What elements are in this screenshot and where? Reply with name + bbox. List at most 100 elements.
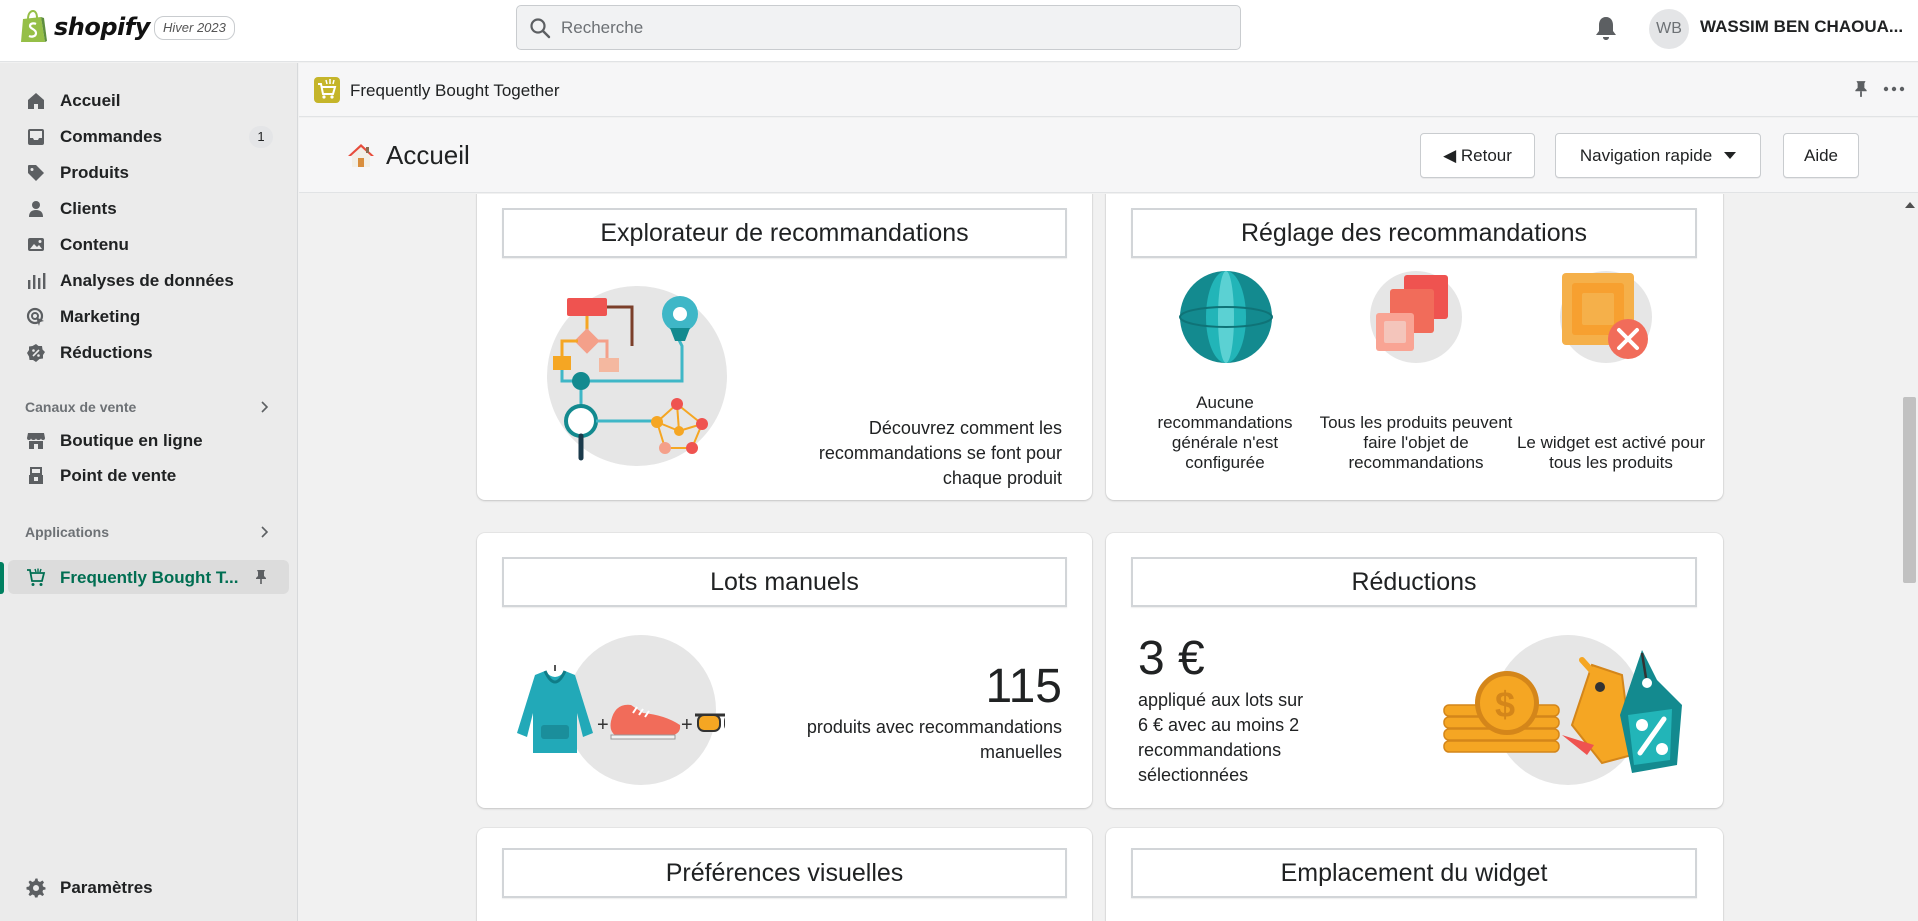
top-bar: shopify Hiver 2023 WB WASSIM BEN CHAOUA.…: [0, 0, 1918, 62]
search-bar[interactable]: [516, 5, 1241, 50]
globe-icon: [1179, 271, 1273, 363]
discount-coins-tags-illustration: $: [1443, 650, 1682, 773]
sidebar-item-label: Analyses de données: [60, 271, 234, 290]
sidebar-item-label: Marketing: [60, 307, 141, 326]
sidebar-item-settings[interactable]: Paramètres: [0, 870, 290, 904]
svg-text:+: +: [681, 714, 693, 736]
main-content: Explorateur de recommandations Découvrez…: [299, 194, 1901, 921]
sidebar-item-orders[interactable]: Commandes 1: [0, 119, 290, 153]
svg-text:$: $: [1495, 684, 1515, 725]
sidebar-item-label: Réductions: [60, 343, 153, 362]
sidebar-item-label: Frequently Bought T...: [60, 568, 239, 587]
page-title: Accueil: [386, 140, 470, 170]
sidebar-item-point-of-sale[interactable]: Point de vente: [0, 458, 290, 492]
bundle-products-illustration: + +: [517, 665, 725, 753]
widget-placement-title[interactable]: Emplacement du widget: [1131, 848, 1697, 898]
explorer-card[interactable]: Explorateur de recommandations Découvrez…: [477, 194, 1092, 500]
app-name: Frequently Bought Together: [350, 81, 560, 100]
shopify-bag-icon: [21, 10, 47, 42]
vertical-scrollbar[interactable]: [1901, 194, 1918, 921]
scroll-up-arrow[interactable]: [1905, 202, 1915, 208]
manual-bundles-description: produits avec recommandations manuelles: [806, 717, 1062, 762]
sidebar-item-label: Clients: [60, 199, 117, 218]
sidebar-item-discounts[interactable]: Réductions: [0, 335, 290, 369]
products-eligibility-status: Tous les produits peuvent faire l'objet …: [1319, 413, 1513, 472]
sidebar-item-label: Produits: [60, 163, 129, 182]
search-icon: [530, 18, 551, 39]
visual-preferences-title[interactable]: Préférences visuelles: [502, 848, 1067, 898]
marketing-icon: [26, 307, 44, 326]
sidebar-item-frequently-bought-together[interactable]: Frequently Bought T...: [0, 560, 290, 594]
discount-description: appliqué aux lots sur 6 € avec au moins …: [1138, 690, 1304, 785]
cart-icon: [27, 568, 46, 586]
explorer-card-title[interactable]: Explorateur de recommandations: [502, 208, 1067, 258]
store-icon: [27, 433, 45, 449]
shopify-logo[interactable]: shopify: [18, 10, 150, 44]
quick-navigation-label: Navigation rapide: [1579, 145, 1713, 165]
caret-down-icon: [1724, 152, 1737, 159]
general-recommendations-status: Aucune recommandations générale n'est co…: [1157, 393, 1293, 472]
orders-count-badge: 1: [249, 126, 273, 148]
manual-bundles-count: 115: [985, 660, 1062, 713]
house-icon: [348, 144, 374, 167]
back-button[interactable]: ◀ Retour: [1420, 133, 1535, 178]
discounts-card[interactable]: Réductions 3 € appliqué aux lots sur 6 €…: [1106, 533, 1723, 808]
discount-amount: 3 €: [1138, 632, 1205, 685]
widget-placement-card[interactable]: Emplacement du widget: [1106, 828, 1723, 921]
notifications-bell-icon[interactable]: [1594, 15, 1618, 41]
avatar[interactable]: WB: [1649, 9, 1689, 49]
widget-active-icon: [1560, 271, 1652, 363]
help-button[interactable]: Aide: [1783, 133, 1859, 178]
widget-activation-status: Le widget est activé pour tous les produ…: [1516, 433, 1706, 472]
all-products-icon: [1370, 271, 1462, 363]
tag-icon: [28, 165, 44, 181]
sales-channels-heading[interactable]: Canaux de vente: [25, 399, 136, 415]
orders-icon: [28, 129, 44, 145]
chevron-right-icon[interactable]: [258, 525, 272, 539]
home-icon: [28, 93, 44, 109]
pin-icon[interactable]: [1852, 80, 1870, 98]
brand-name: shopify: [54, 13, 150, 41]
recommendation-settings-card[interactable]: Réglage des recommandations Aucune recom…: [1106, 194, 1723, 500]
sidebar-item-label: Accueil: [60, 91, 121, 110]
sidebar-item-products[interactable]: Produits: [0, 155, 290, 189]
sidebar-item-marketing[interactable]: Marketing: [0, 299, 290, 333]
discounts-title[interactable]: Réductions: [1131, 557, 1697, 607]
sidebar-item-analytics[interactable]: Analyses de données: [0, 263, 290, 297]
more-actions-icon[interactable]: [1882, 79, 1906, 99]
pos-icon: [29, 467, 43, 484]
svg-text:+: +: [597, 714, 609, 736]
recommendation-settings-title[interactable]: Réglage des recommandations: [1131, 208, 1697, 258]
person-icon: [29, 201, 43, 217]
user-name[interactable]: WASSIM BEN CHAOUA...: [1700, 17, 1903, 37]
sidebar-item-home[interactable]: Accueil: [0, 83, 290, 117]
sidebar-item-label: Paramètres: [60, 878, 153, 897]
explorer-description: Découvrez comment les recommandations se…: [818, 418, 1062, 488]
image-icon: [28, 238, 44, 251]
manual-bundles-title[interactable]: Lots manuels: [502, 557, 1067, 607]
apps-heading[interactable]: Applications: [25, 524, 109, 540]
scrollbar-thumb[interactable]: [1903, 397, 1916, 583]
edition-badge: Hiver 2023: [154, 16, 235, 40]
discount-icon: [27, 344, 45, 362]
analytics-icon: [28, 273, 46, 289]
visual-preferences-card[interactable]: Préférences visuelles: [477, 828, 1092, 921]
page-header: Accueil ◀ Retour Navigation rapide Aide: [299, 118, 1918, 193]
sidebar: Accueil Commandes 1 Produits Clients Con…: [0, 63, 298, 921]
sidebar-item-customers[interactable]: Clients: [0, 191, 290, 225]
manual-bundles-card[interactable]: Lots manuels + + 115 produits avec recom…: [477, 533, 1092, 808]
sidebar-item-label: Contenu: [60, 235, 129, 254]
chevron-right-icon[interactable]: [258, 400, 272, 414]
app-header-strip: Frequently Bought Together: [299, 63, 1918, 117]
sidebar-item-label: Point de vente: [60, 466, 177, 485]
quick-navigation-dropdown[interactable]: Navigation rapide: [1555, 133, 1761, 178]
search-input[interactable]: [561, 6, 1221, 49]
pin-icon[interactable]: [253, 569, 269, 585]
gear-icon: [26, 878, 46, 898]
sidebar-item-label: Commandes: [60, 127, 163, 146]
sidebar-item-label: Boutique en ligne: [60, 431, 203, 450]
sidebar-item-content[interactable]: Contenu: [0, 227, 290, 261]
sidebar-item-online-store[interactable]: Boutique en ligne: [0, 423, 290, 457]
app-logo-icon: [314, 77, 340, 103]
recommendation-flow-illustration: [547, 286, 727, 466]
